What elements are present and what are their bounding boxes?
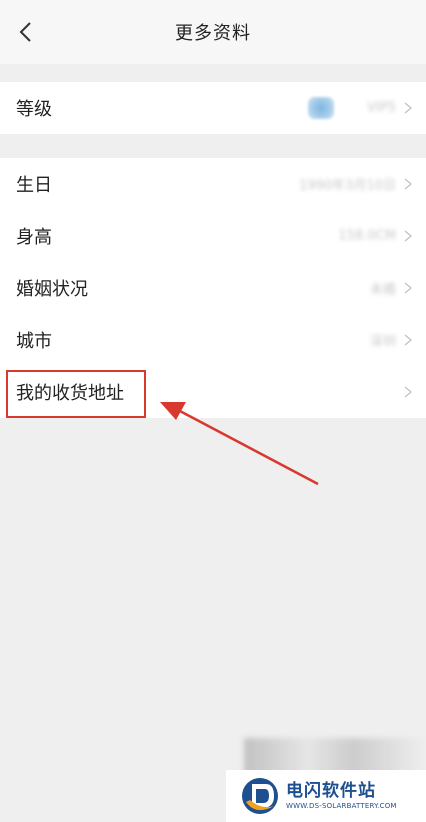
watermark-name: 电闪软件站	[286, 781, 376, 801]
site-logo-icon	[240, 776, 280, 816]
annotation-arrow-icon	[160, 402, 319, 486]
watermark: 电闪软件站 WWW.DS-SOLARBATTERY.COM	[226, 770, 426, 822]
watermark-url: WWW.DS-SOLARBATTERY.COM	[286, 802, 397, 810]
